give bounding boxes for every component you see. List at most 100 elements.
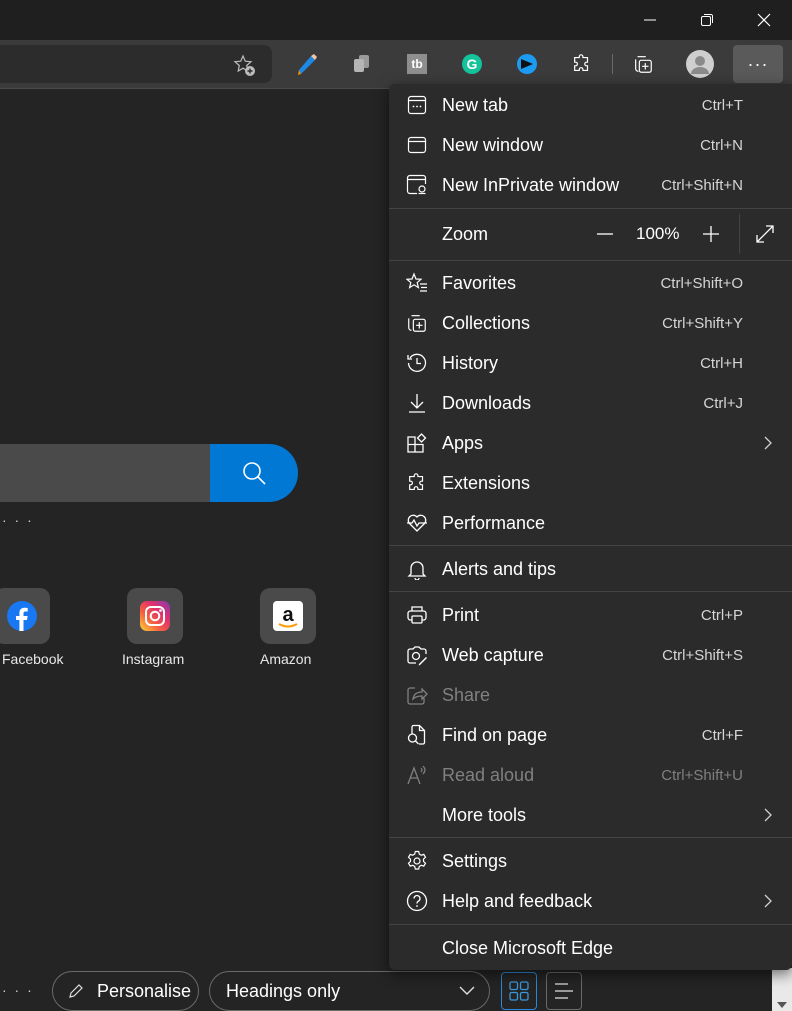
chevron-right-icon xyxy=(764,894,772,908)
profile-button[interactable] xyxy=(682,46,718,82)
tb-extension[interactable]: tb xyxy=(399,46,435,82)
restore-button[interactable] xyxy=(678,0,736,40)
tile-facebook[interactable] xyxy=(0,588,50,644)
inprivate-icon xyxy=(406,174,427,195)
ia-extension[interactable] xyxy=(509,46,545,82)
menu-item-settings[interactable]: Settings xyxy=(389,841,792,881)
menu-item-collections[interactable]: Collections Ctrl+Shift+Y xyxy=(389,303,792,343)
search-submit-button[interactable] xyxy=(210,444,298,502)
personalise-label: Personalise xyxy=(97,980,192,1001)
menu-item-shortcut: Ctrl+Shift+N xyxy=(661,176,743,194)
zoom-out-button[interactable] xyxy=(589,218,621,250)
menu-separator xyxy=(389,208,792,209)
pencil-extension[interactable] xyxy=(289,46,325,82)
collections-icon xyxy=(408,315,426,332)
ia-icon xyxy=(517,54,537,74)
web-search-input[interactable] xyxy=(0,444,210,502)
fullscreen-button[interactable] xyxy=(749,218,781,250)
menu-item-label: Apps xyxy=(442,432,484,453)
menu-item-favorites[interactable]: Favorites Ctrl+Shift+O xyxy=(389,263,792,303)
tile-instagram[interactable] xyxy=(127,588,183,644)
menu-separator xyxy=(389,545,792,546)
grid-view-button[interactable] xyxy=(501,972,537,1010)
chevron-right-icon xyxy=(764,436,772,450)
menu-item-shortcut: Ctrl+H xyxy=(700,354,743,372)
star-plus-icon xyxy=(233,54,255,76)
new-tab-icon xyxy=(407,95,427,115)
gear-icon xyxy=(407,850,427,870)
more-icon: ··· xyxy=(747,53,769,74)
settings-and-more-menu: New tab Ctrl+T New window Ctrl+N New InP… xyxy=(389,84,792,970)
zoom-in-button[interactable] xyxy=(695,218,727,250)
menu-item-label: Favorites xyxy=(442,272,517,293)
zoom-divider xyxy=(739,214,740,254)
menu-item-more-tools[interactable]: More tools xyxy=(389,795,792,835)
settings-and-more-button[interactable]: ··· xyxy=(733,45,783,83)
collections-button[interactable] xyxy=(625,46,661,82)
add-favorite-button[interactable] xyxy=(232,53,256,77)
tile-label: Amazon xyxy=(260,651,312,667)
menu-item-help-and-feedback[interactable]: Help and feedback xyxy=(389,881,792,921)
history-icon xyxy=(407,353,427,372)
find-icon xyxy=(407,724,426,745)
menu-item-share[interactable]: Share xyxy=(389,675,792,715)
menu-item-label: Find on page xyxy=(442,724,548,745)
printer-icon xyxy=(407,606,427,624)
menu-item-shortcut: Ctrl+Shift+O xyxy=(660,274,743,292)
tile-label: Facebook xyxy=(2,651,64,667)
menu-item-label: New window xyxy=(442,134,544,155)
copy-extension[interactable] xyxy=(344,46,380,82)
menu-item-shortcut: Ctrl+Shift+U xyxy=(661,766,743,784)
grammarly-extension[interactable]: G xyxy=(454,46,490,82)
feed-more-button[interactable]: · · · xyxy=(2,982,34,998)
menu-item-apps[interactable]: Apps xyxy=(389,423,792,463)
menu-item-performance[interactable]: Performance xyxy=(389,503,792,543)
menu-item-new-tab[interactable]: New tab Ctrl+T xyxy=(389,85,792,125)
extensions-button[interactable] xyxy=(564,46,600,82)
menu-item-web-capture[interactable]: Web capture Ctrl+Shift+S xyxy=(389,635,792,675)
list-view-button[interactable] xyxy=(546,972,582,1010)
share-icon xyxy=(407,687,428,705)
quick-links-more-button[interactable]: · · · xyxy=(2,512,34,528)
menu-item-new-inprivate-window[interactable]: New InPrivate window Ctrl+Shift+N xyxy=(389,165,792,205)
menu-item-label: Performance xyxy=(442,512,546,533)
copy-icon xyxy=(354,55,369,72)
menu-separator xyxy=(389,924,792,925)
menu-item-close-microsoft-edge[interactable]: Close Microsoft Edge xyxy=(389,928,792,968)
menu-item-label: Share xyxy=(442,684,491,705)
menu-item-label: Settings xyxy=(442,850,508,871)
personalise-button[interactable]: Personalise xyxy=(52,971,199,1011)
menu-item-shortcut: Ctrl+T xyxy=(701,96,743,114)
menu-item-label: Downloads xyxy=(442,392,532,413)
menu-item-extensions[interactable]: Extensions xyxy=(389,463,792,503)
page-scrollbar[interactable] xyxy=(772,968,792,1011)
menu-item-new-window[interactable]: New window Ctrl+N xyxy=(389,125,792,165)
search-icon xyxy=(243,462,266,485)
menu-item-label: Read aloud xyxy=(442,764,535,785)
menu-item-read-aloud[interactable]: Read aloud Ctrl+Shift+U xyxy=(389,755,792,795)
menu-item-label: History xyxy=(442,352,499,373)
layout-select[interactable]: Headings only xyxy=(209,971,490,1011)
toolbar-divider xyxy=(612,54,613,74)
chevron-down-icon xyxy=(459,986,475,995)
menu-item-alerts-and-tips[interactable]: Alerts and tips xyxy=(389,549,792,589)
favorites-icon xyxy=(406,272,427,292)
close-window-button[interactable] xyxy=(735,0,792,40)
menu-item-find-on-page[interactable]: Find on page Ctrl+F xyxy=(389,715,792,755)
minimize-button[interactable] xyxy=(621,0,679,40)
menu-item-label: More tools xyxy=(442,804,527,825)
tile-amazon[interactable]: a xyxy=(260,588,316,644)
avatar xyxy=(686,50,714,78)
menu-zoom-row: Zoom 100% xyxy=(389,210,792,258)
menu-item-downloads[interactable]: Downloads Ctrl+J xyxy=(389,383,792,423)
address-bar[interactable] xyxy=(0,45,272,83)
menu-item-print[interactable]: Print Ctrl+P xyxy=(389,595,792,635)
menu-item-label: Collections xyxy=(442,312,531,333)
plus-icon xyxy=(703,226,719,242)
svg-text:a: a xyxy=(282,604,294,626)
web-capture-icon xyxy=(407,646,427,666)
menu-separator xyxy=(389,837,792,838)
menu-item-shortcut: Ctrl+F xyxy=(701,726,743,744)
menu-item-history[interactable]: History Ctrl+H xyxy=(389,343,792,383)
list-icon xyxy=(555,983,573,999)
